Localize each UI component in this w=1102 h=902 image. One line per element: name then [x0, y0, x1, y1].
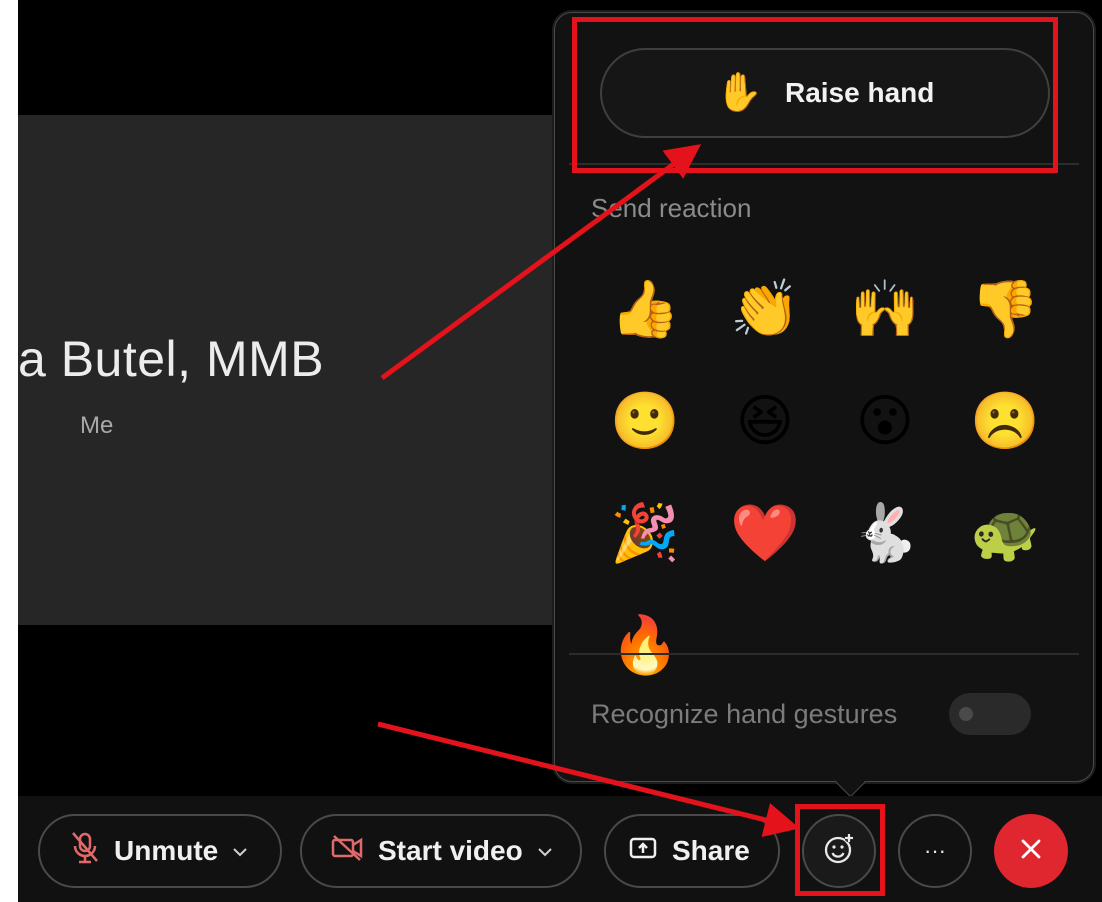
reaction-speed-up[interactable]: 🐇 [825, 477, 945, 589]
participant-role: Me [80, 412, 114, 439]
reaction-slow-down[interactable]: 🐢 [945, 477, 1065, 589]
more-options-button[interactable]: ··· [898, 814, 972, 888]
chevron-down-icon[interactable] [537, 840, 553, 863]
start-video-label: Start video [378, 835, 523, 866]
microphone-muted-icon [70, 831, 100, 872]
share-screen-icon [628, 835, 658, 867]
divider [569, 653, 1079, 655]
toggle-knob [959, 707, 973, 721]
send-reaction-heading: Send reaction [591, 193, 752, 223]
chevron-down-icon[interactable] [232, 840, 248, 863]
reaction-thumbs-up[interactable]: 👍 [585, 253, 705, 365]
share-button[interactable]: Share [604, 814, 780, 888]
meeting-control-bar: Unmute Start video Share ··· [18, 796, 1102, 902]
reaction-celebrate[interactable]: 🙌 [825, 253, 945, 365]
participant-name: a Butel, MMB [18, 331, 325, 387]
reaction-thumbs-down[interactable]: 👎 [945, 253, 1065, 365]
reaction-fire[interactable]: 🔥 [585, 589, 705, 701]
reaction-surprised[interactable]: 😮 [825, 365, 945, 477]
start-video-button[interactable]: Start video [300, 814, 582, 888]
annotation-box-reactions [795, 804, 885, 896]
reaction-smile[interactable]: 🙂 [585, 365, 705, 477]
share-label: Share [672, 835, 750, 866]
video-off-icon [330, 834, 364, 869]
reaction-heart[interactable]: ❤️ [705, 477, 825, 589]
unmute-label: Unmute [114, 835, 219, 866]
more-options-label: ··· [924, 838, 946, 863]
reaction-clap[interactable]: 👏 [705, 253, 825, 365]
leave-meeting-button[interactable] [994, 814, 1068, 888]
annotation-box-raise-hand [572, 17, 1058, 173]
close-icon [1018, 836, 1044, 867]
reaction-party[interactable]: 🎉 [585, 477, 705, 589]
hand-gestures-label: Recognize hand gestures [591, 698, 898, 729]
reaction-sad[interactable]: ☹️ [945, 365, 1065, 477]
hand-gestures-toggle[interactable] [949, 693, 1031, 735]
hand-gestures-row: Recognize hand gestures [591, 693, 1031, 735]
reaction-laugh[interactable]: 😆 [705, 365, 825, 477]
reaction-grid: 👍 👏 🙌 👎 🙂 😆 😮 ☹️ 🎉 ❤️ 🐇 🐢 🔥 [585, 253, 1065, 701]
unmute-button[interactable]: Unmute [38, 814, 282, 888]
